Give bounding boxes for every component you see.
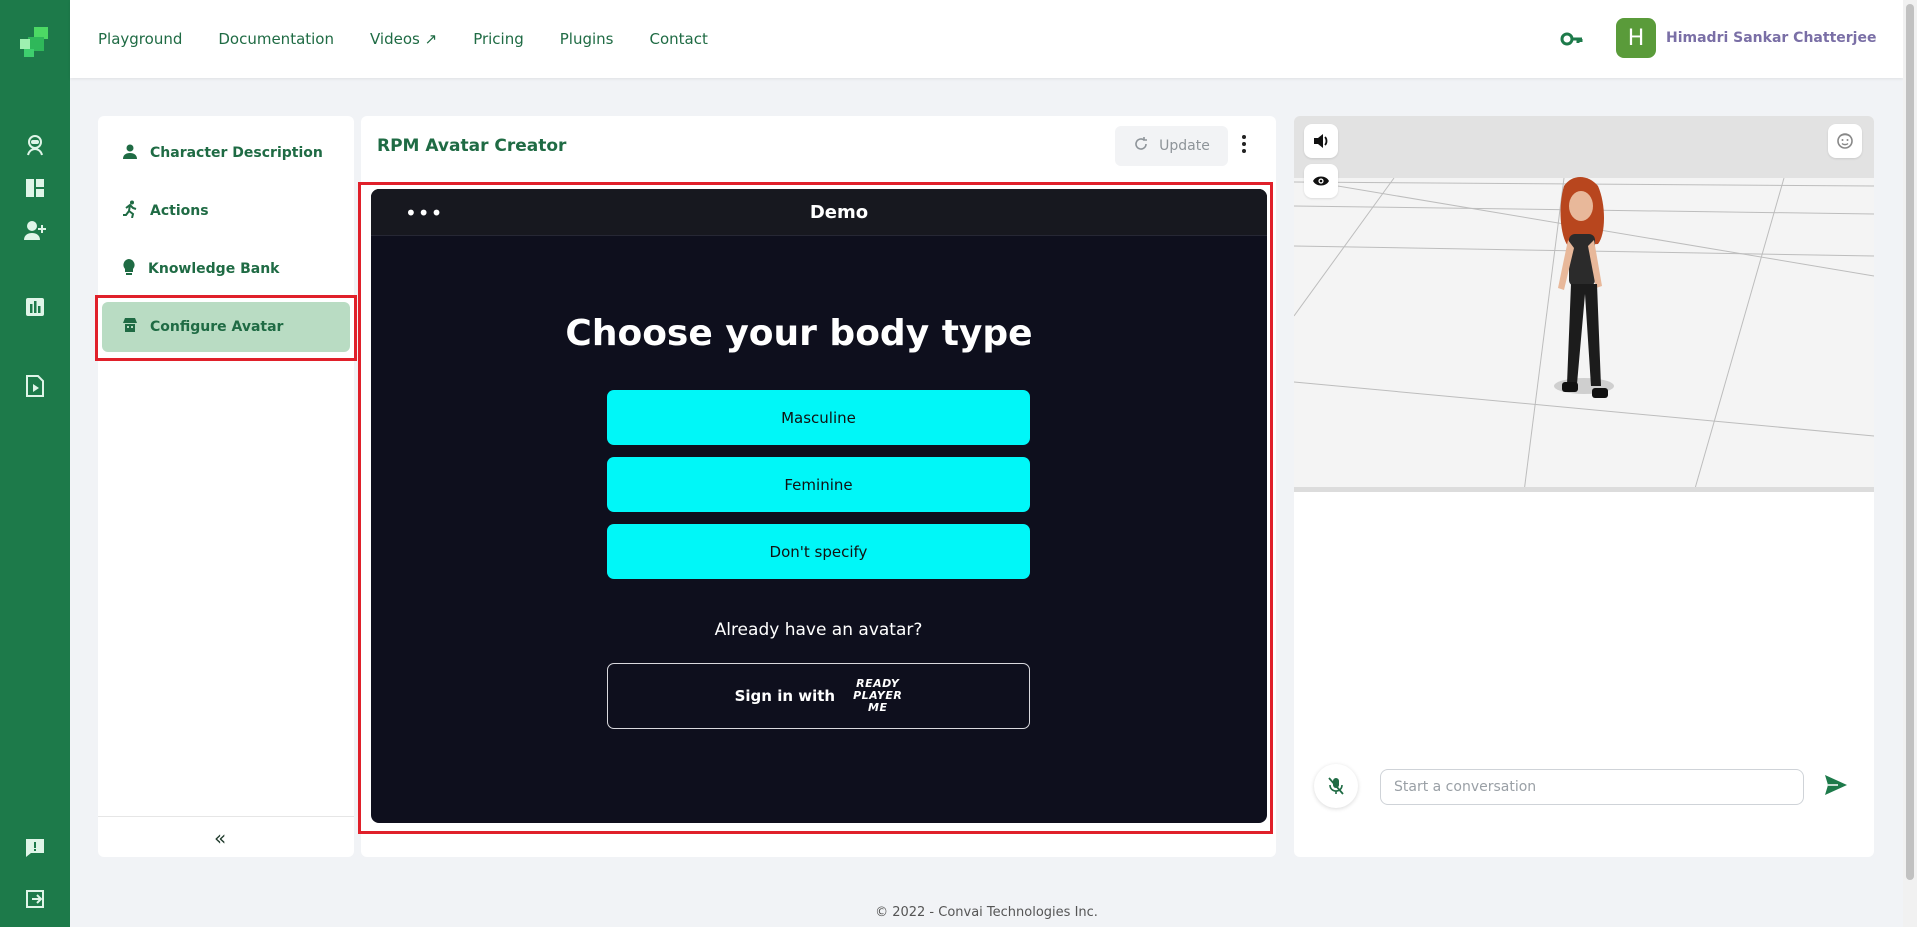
dont-specify-button[interactable]: Don't specify: [607, 524, 1030, 579]
masculine-button[interactable]: Masculine: [607, 390, 1030, 445]
already-have-avatar-text: Already have an avatar?: [714, 620, 923, 640]
user-avatar[interactable]: H: [1616, 18, 1656, 58]
nav-pricing[interactable]: Pricing: [473, 30, 524, 48]
dashboard-icon[interactable]: [22, 175, 48, 201]
body-type-heading: Choose your body type: [565, 313, 1033, 354]
sign-in-rpm-button[interactable]: Sign in with READY PLAYER ME: [607, 663, 1030, 729]
page-scrollbar[interactable]: [1903, 0, 1917, 927]
demo-title: Demo: [809, 202, 869, 223]
logout-icon[interactable]: [22, 886, 48, 912]
highlight-box-sidebar: [95, 295, 357, 361]
nav-plugins[interactable]: Plugins: [560, 30, 614, 48]
refresh-icon: [1133, 136, 1149, 156]
user-name[interactable]: Himadri Sankar Chatterjee: [1666, 30, 1876, 46]
sidebar-item-knowledge-bank[interactable]: Knowledge Bank: [102, 244, 350, 294]
collapse-sidebar-button[interactable]: «: [214, 826, 226, 850]
nav-videos[interactable]: Videos ↗: [370, 30, 437, 48]
top-bar: Playground Documentation Videos ↗ Pricin…: [70, 0, 1903, 78]
send-icon[interactable]: [1824, 774, 1848, 800]
feminine-button[interactable]: Feminine: [607, 457, 1030, 512]
rpm-demo-frame: ••• Demo Choose your body type Masculine…: [371, 189, 1267, 823]
footer-copyright: © 2022 - Convai Technologies Inc.: [875, 905, 1098, 920]
demo-header: ••• Demo: [371, 189, 1267, 236]
rpm-logo-line: ME: [868, 701, 888, 714]
more-options-icon[interactable]: [1241, 134, 1247, 158]
volume-icon[interactable]: [1304, 124, 1338, 158]
update-label: Update: [1159, 138, 1210, 154]
main-nav: Playground Documentation Videos ↗ Pricin…: [98, 0, 708, 78]
character-icon[interactable]: [22, 132, 48, 158]
api-key-icon[interactable]: [1560, 27, 1584, 55]
sidebar-divider: [98, 816, 354, 817]
left-rail: [0, 0, 70, 927]
preview-panel: [1294, 116, 1874, 857]
chat-input[interactable]: [1380, 769, 1804, 805]
scrollbar-thumb[interactable]: [1906, 4, 1914, 880]
sign-in-label: Sign in with: [734, 687, 836, 705]
eye-icon[interactable]: [1304, 164, 1338, 198]
nav-contact[interactable]: Contact: [649, 30, 707, 48]
character-sidebar: Character Description Actions Knowledge …: [98, 116, 354, 857]
mic-muted-icon[interactable]: [1314, 764, 1358, 808]
nav-documentation[interactable]: Documentation: [218, 30, 334, 48]
viewport-divider: [1294, 487, 1874, 492]
analytics-icon[interactable]: [22, 294, 48, 320]
sidebar-item-label: Knowledge Bank: [148, 261, 280, 277]
panel-title: RPM Avatar Creator: [377, 136, 567, 156]
face-icon[interactable]: [1828, 124, 1862, 158]
sidebar-item-actions[interactable]: Actions: [102, 186, 350, 236]
update-button[interactable]: Update: [1115, 126, 1228, 166]
feedback-icon[interactable]: [22, 835, 48, 861]
video-file-icon[interactable]: [22, 373, 48, 399]
sidebar-item-character-description[interactable]: Character Description: [102, 128, 350, 178]
add-user-icon[interactable]: [22, 217, 48, 243]
ready-player-me-logo: READY PLAYER ME: [853, 678, 902, 714]
nav-playground[interactable]: Playground: [98, 30, 182, 48]
running-icon: [122, 200, 138, 222]
sidebar-item-label: Character Description: [150, 145, 323, 161]
person-icon: [122, 143, 138, 163]
sidebar-item-label: Actions: [150, 203, 209, 219]
avatar-3d-viewport[interactable]: [1294, 116, 1874, 493]
convai-logo-icon[interactable]: [18, 25, 52, 59]
lightbulb-icon: [122, 258, 136, 280]
